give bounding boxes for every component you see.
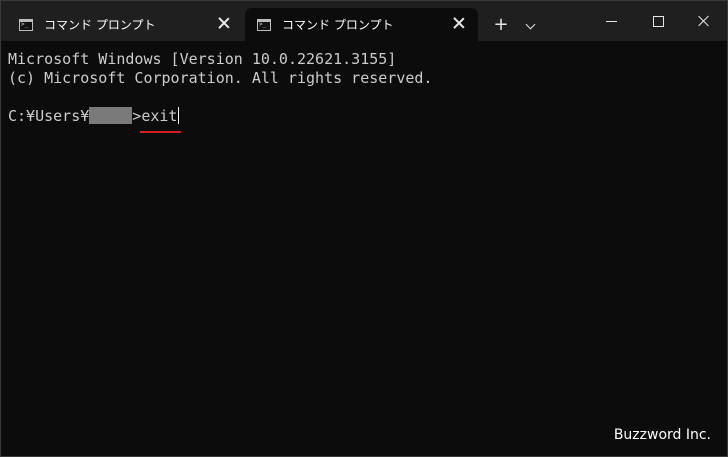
- tab-command-prompt-1[interactable]: コマンド プロンプト: [7, 8, 243, 41]
- redacted-username: [89, 107, 133, 124]
- chevron-down-icon[interactable]: [521, 14, 541, 38]
- prompt-line: C:¥Users¥ >exit: [8, 107, 718, 133]
- minimize-button[interactable]: [589, 1, 635, 41]
- typed-command: exit: [140, 107, 182, 133]
- command-text: exit: [141, 107, 178, 125]
- terminal-output[interactable]: Microsoft Windows [Version 10.0.22621.31…: [8, 50, 718, 448]
- cmd-icon: [19, 18, 33, 31]
- terminal-window: コマンド プロンプト コマンド プロンプト + Microsoft Window…: [0, 0, 728, 457]
- close-icon[interactable]: [453, 17, 465, 29]
- title-bar: コマンド プロンプト コマンド プロンプト +: [1, 1, 727, 41]
- close-window-button[interactable]: [681, 1, 727, 41]
- prompt-prefix: C:¥Users¥: [8, 107, 90, 125]
- maximize-button[interactable]: [635, 1, 681, 41]
- prompt-suffix: >: [132, 107, 142, 125]
- watermark: Buzzword Inc.: [613, 427, 711, 443]
- tab-label: コマンド プロンプト: [44, 18, 156, 32]
- version-line: Microsoft Windows [Version 10.0.22621.31…: [8, 50, 397, 68]
- tab-command-prompt-2[interactable]: コマンド プロンプト: [245, 8, 478, 41]
- tab-label: コマンド プロンプト: [282, 18, 394, 32]
- red-underline: [140, 131, 182, 133]
- copyright-line: (c) Microsoft Corporation. All rights re…: [8, 69, 433, 87]
- new-tab-button[interactable]: +: [489, 14, 513, 38]
- cmd-icon: [257, 18, 271, 31]
- close-icon[interactable]: [218, 17, 230, 29]
- text-cursor: [178, 107, 180, 124]
